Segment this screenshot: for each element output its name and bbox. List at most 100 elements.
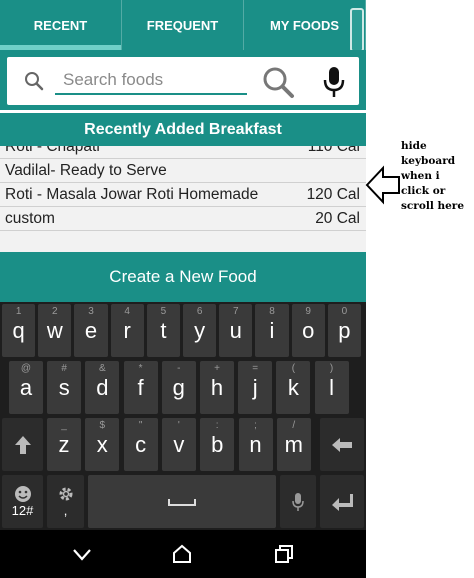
list-item[interactable]: Vadilal- Ready to Serve <box>0 159 366 183</box>
annotation-note: hide keyboard when i click or scroll her… <box>401 140 464 212</box>
key-hint: = <box>252 363 259 374</box>
key-hint: ; <box>254 420 257 431</box>
key-l[interactable]: ) l <box>314 361 349 414</box>
enter-icon <box>332 493 353 511</box>
key-w[interactable]: 2w <box>38 304 72 357</box>
key-hint: 4 <box>124 306 130 317</box>
key-z[interactable]: _ z <box>47 418 81 471</box>
navigation-bar <box>0 530 366 578</box>
food-calories: 110 Cal <box>307 146 360 155</box>
back-icon[interactable] <box>70 542 94 566</box>
key-label: d <box>96 374 109 400</box>
key-label: g <box>172 374 185 400</box>
key-b[interactable]: :b <box>200 418 235 471</box>
key-label: b <box>211 431 224 457</box>
key-hint: 3 <box>88 306 94 317</box>
key-c[interactable]: " c <box>123 418 158 471</box>
key-u[interactable]: 7u <box>219 304 253 357</box>
key-v[interactable]: ' v <box>161 418 196 471</box>
emoji-icon <box>14 486 31 502</box>
key-label: m <box>284 431 303 457</box>
key-h[interactable]: + h <box>200 361 234 414</box>
symbols-key[interactable]: 12# <box>2 475 43 528</box>
enter-key[interactable] <box>320 475 364 528</box>
keyboard-row-4: 12# , <box>0 475 366 532</box>
key-label: o <box>302 317 315 343</box>
key-j[interactable]: = j <box>238 361 273 414</box>
settings-gear-icon <box>59 487 72 501</box>
key-label: n <box>249 431 262 457</box>
key-hint: - <box>177 363 181 374</box>
tab-overflow-edge <box>350 8 364 52</box>
keyboard-row-1: 1q2w3e4r5t6y7u8i9o0p <box>0 304 366 361</box>
key-o[interactable]: 9o <box>291 304 325 357</box>
recent-apps-icon[interactable] <box>272 542 296 566</box>
key-hint: $ <box>99 420 106 431</box>
key-n[interactable]: ; n <box>238 418 273 471</box>
settings-comma-key[interactable]: , <box>47 475 84 528</box>
space-icon <box>168 498 196 506</box>
key-f[interactable]: * f <box>123 361 158 414</box>
key-hint: _ <box>61 420 67 431</box>
key-hint: @ <box>20 363 32 374</box>
key-x[interactable]: $ x <box>85 418 120 471</box>
key-hint: * <box>138 363 143 374</box>
key-p[interactable]: 0p <box>327 304 361 357</box>
key-m[interactable]: / m <box>276 418 311 471</box>
symbols-key-label: 12# <box>11 503 34 518</box>
key-hint: & <box>99 363 106 374</box>
backspace-key[interactable] <box>320 418 364 471</box>
key-e[interactable]: 3e <box>74 304 108 357</box>
key-hint: ) <box>329 363 334 374</box>
search-button-icon[interactable] <box>261 65 295 99</box>
soft-keyboard: 1q2w3e4r5t6y7u8i9o0p @ a # s & d * f - g + h = j(k) l … <box>0 302 366 530</box>
home-icon[interactable] <box>170 542 194 566</box>
key-k[interactable]: (k <box>276 361 311 414</box>
shift-key[interactable] <box>2 418 43 471</box>
key-g[interactable]: -g <box>161 361 196 414</box>
create-new-food-button[interactable]: Create a New Food <box>0 252 366 302</box>
key-q[interactable]: 1q <box>2 304 36 357</box>
key-label: q <box>12 317 25 343</box>
recent-food-list[interactable]: Roti - Chapati 110 Cal Vadilal- Ready to… <box>0 146 366 252</box>
space-bar[interactable] <box>88 475 276 528</box>
key-hint: ' <box>177 420 180 431</box>
list-item[interactable]: Roti - Masala Jowar Roti Homemade 120 Ca… <box>0 183 366 207</box>
key-hint: 8 <box>269 306 275 317</box>
key-hint: " <box>138 420 143 431</box>
key-hint: 5 <box>160 306 167 317</box>
key-hint: 9 <box>305 306 311 317</box>
search-input[interactable] <box>55 67 247 95</box>
keyboard-row-3: _ z $ x " c ' v: b; n / m <box>0 418 366 475</box>
search-icon <box>25 72 44 91</box>
key-y[interactable]: 6y <box>183 304 217 357</box>
key-label: i <box>269 317 275 343</box>
list-item[interactable]: custom 20 Cal <box>0 207 366 231</box>
key-label: x <box>96 431 108 457</box>
key-label: v <box>173 431 185 457</box>
tab-frequent[interactable]: FREQUENT <box>122 0 244 50</box>
key-label: h <box>210 374 224 400</box>
key-hint: 7 <box>233 306 239 317</box>
list-item[interactable]: Roti - Chapati 110 Cal <box>0 146 366 159</box>
key-d[interactable]: & d <box>85 361 120 414</box>
food-name: Vadilal- Ready to Serve <box>5 162 167 179</box>
shift-arrow-icon <box>14 435 31 454</box>
key-a[interactable]: @ a <box>9 361 43 414</box>
key-label: u <box>229 317 242 343</box>
key-label: a <box>19 374 33 400</box>
tab-recent[interactable]: RECENT <box>0 0 122 50</box>
key-i[interactable]: 8i <box>255 304 289 357</box>
key-label: t <box>160 317 167 343</box>
microphone-icon[interactable] <box>321 65 347 99</box>
tab-my-foods[interactable]: MY FOODS <box>244 0 366 50</box>
left-arrow-icon <box>365 165 400 205</box>
phone-screen: RECENT FREQUENT MY FOODS Recently Added … <box>0 0 366 578</box>
key-t[interactable]: 5t <box>146 304 180 357</box>
key-label: w <box>46 317 63 343</box>
key-r[interactable]: 4r <box>110 304 144 357</box>
voice-period-key[interactable] <box>280 475 316 528</box>
keyboard-row-2: @ a # s & d * f - g + h = j(k) l <box>0 361 366 418</box>
key-s[interactable]: # s <box>47 361 82 414</box>
key-label: z <box>58 431 70 457</box>
